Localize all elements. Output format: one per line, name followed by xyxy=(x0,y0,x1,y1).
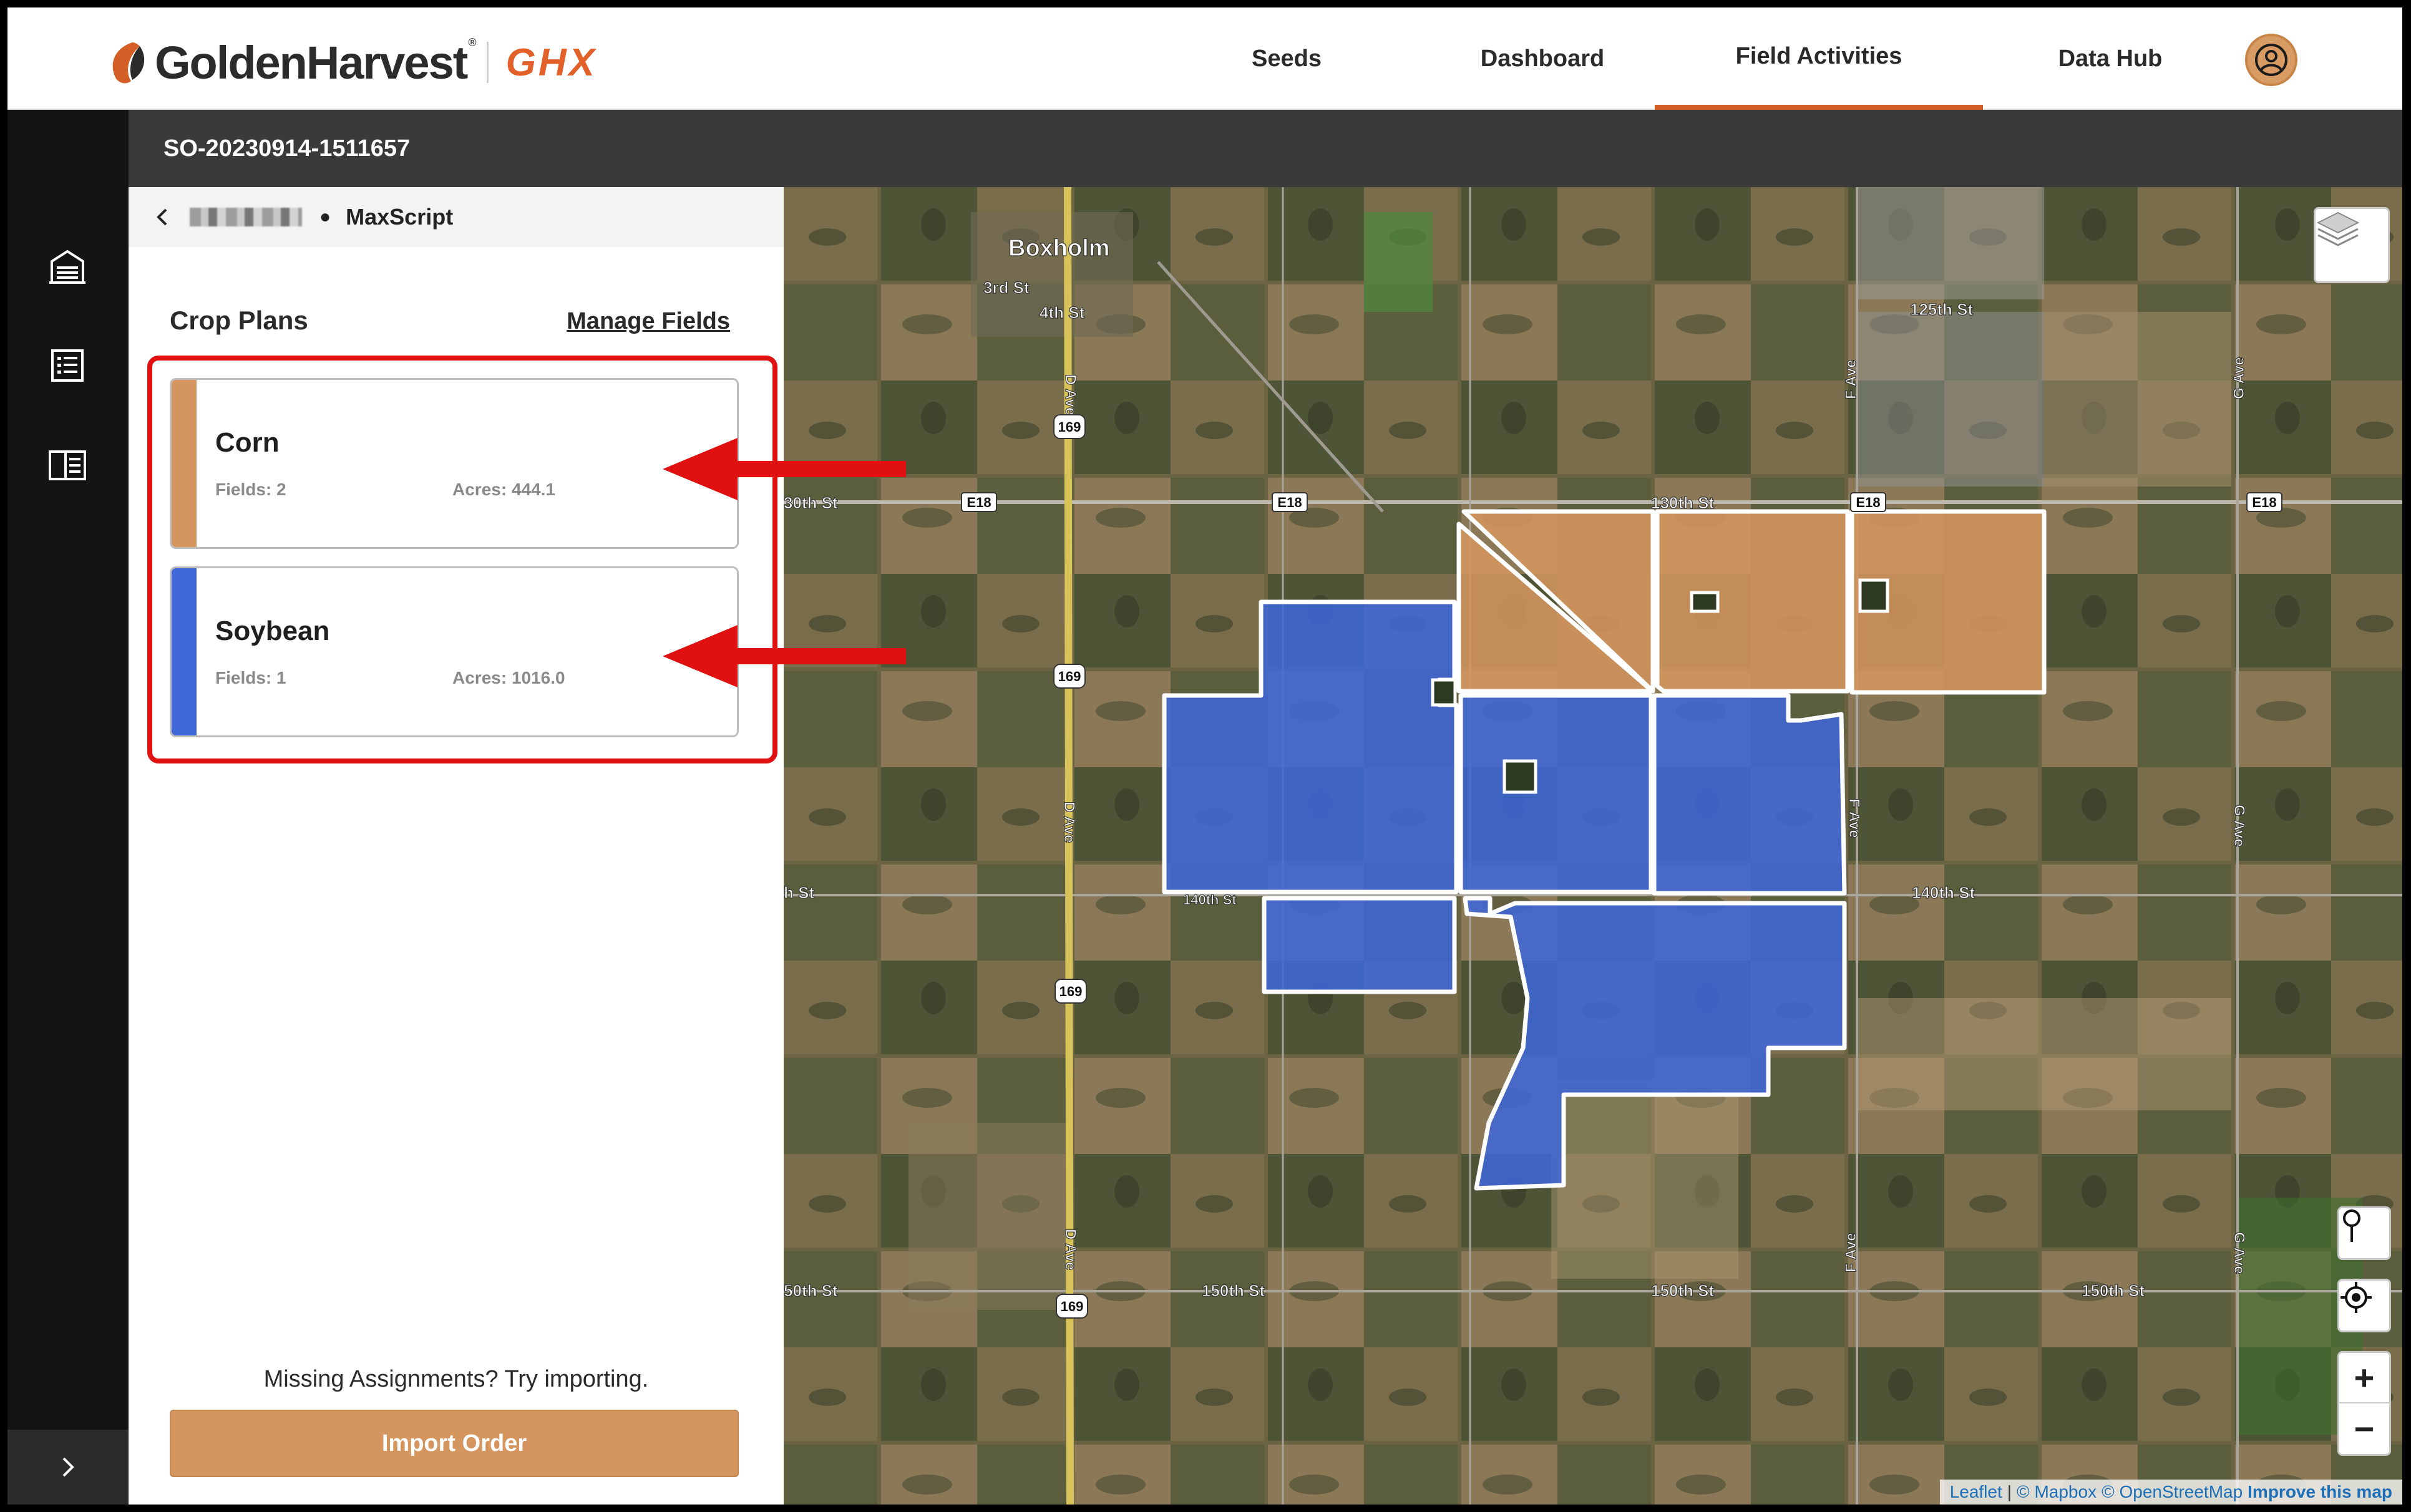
svg-text:169: 169 xyxy=(1059,984,1083,999)
map-label-150th-st-c: 150th St xyxy=(2082,1281,2145,1300)
crop-fields-count: Fields: 2 xyxy=(215,480,286,499)
brand-logo[interactable]: GoldenHarvest ® GHX xyxy=(107,36,598,89)
map-label-125th-st: 125th St xyxy=(1910,300,1973,319)
field-map[interactable]: Boxholm 3rd St 4th St 125th St 130th St … xyxy=(784,187,2402,1505)
logo-divider xyxy=(486,42,489,83)
order-bar: SO-20230914-1511657 xyxy=(129,110,2402,187)
map-label-140th-st-left: h St xyxy=(784,883,814,902)
county-e18-shield-2: E18 xyxy=(1272,492,1308,512)
openstreetmap-link[interactable]: © OpenStreetMap xyxy=(2102,1482,2243,1502)
map-label-g-ave-1: G Ave xyxy=(2231,357,2248,399)
annotation-arrow-soybean xyxy=(663,625,906,687)
nav-data-hub[interactable]: Data Hub xyxy=(2023,7,2198,110)
svg-text:E18: E18 xyxy=(1277,495,1302,510)
farm-building-icon[interactable] xyxy=(45,243,90,288)
missing-assignments-hint: Missing Assignments? Try importing. xyxy=(263,1366,649,1392)
crop-plan-card-soybean[interactable]: Soybean Fields: 1 Acres: 1016.0 xyxy=(170,566,739,737)
crop-color-strip xyxy=(172,568,197,735)
crop-acres: Acres: 444.1 xyxy=(452,480,556,499)
crop-plans-panel: ● MaxScript Crop Plans Manage Fields Cor… xyxy=(129,187,784,1505)
county-e18-shield-4: E18 xyxy=(2246,492,2282,512)
county-e18-shield-3: E18 xyxy=(1850,492,1886,512)
breadcrumb: ● MaxScript xyxy=(129,187,784,247)
crop-plans-title: Crop Plans xyxy=(170,306,308,335)
golden-harvest-leaf-icon xyxy=(112,42,145,84)
nav-dashboard[interactable]: Dashboard xyxy=(1455,7,1630,110)
pin-icon xyxy=(2343,1209,2360,1242)
map-attribution: Leaflet | © Mapbox © OpenStreetMap Impro… xyxy=(1939,1480,2402,1505)
svg-text:169: 169 xyxy=(1058,669,1081,684)
crop-acres: Acres: 1016.0 xyxy=(452,668,565,687)
import-order-button[interactable]: Import Order xyxy=(170,1410,739,1477)
list-icon[interactable] xyxy=(45,343,90,388)
map-locate-button[interactable] xyxy=(2337,1279,2391,1332)
nav-field-activities[interactable]: Field Activities xyxy=(1655,7,1983,110)
app-window: GoldenHarvest ® GHX Seeds Dashboard Field… xyxy=(7,7,2402,1505)
hwy-169-shield-3: 169 xyxy=(1055,979,1087,1004)
map-layers-button[interactable] xyxy=(2314,207,2390,283)
hwy-169-shield-2: 169 xyxy=(1053,664,1086,689)
user-avatar[interactable] xyxy=(2245,34,2297,86)
svg-text:E18: E18 xyxy=(967,495,991,510)
map-label-140th-st: 140th St xyxy=(1912,883,1975,902)
mapbox-link[interactable]: © Mapbox xyxy=(2017,1482,2097,1502)
map-label-f-ave-2: F Ave xyxy=(1846,798,1863,838)
breadcrumb-separator: ● xyxy=(319,206,331,227)
zoom-out-button[interactable]: − xyxy=(2339,1403,2389,1454)
svg-text:E18: E18 xyxy=(1856,495,1880,510)
map-label-150th-st-a: 150th St xyxy=(1202,1281,1265,1300)
breadcrumb-current: MaxScript xyxy=(346,204,454,230)
map-label-3rd-st: 3rd St xyxy=(983,278,1030,297)
hwy-169-shield-1: 169 xyxy=(1053,414,1086,439)
svg-text:E18: E18 xyxy=(2252,495,2276,510)
manage-fields-link[interactable]: Manage Fields xyxy=(567,308,730,335)
svg-text:169: 169 xyxy=(1058,419,1081,435)
annotation-arrow-corn xyxy=(663,438,906,500)
crop-plan-card-corn[interactable]: Corn Fields: 2 Acres: 444.1 xyxy=(170,378,739,549)
locate-icon xyxy=(2340,1282,2372,1313)
map-label-d-ave-1: D Ave xyxy=(1062,374,1079,415)
user-icon xyxy=(2255,44,2287,76)
attribution-separator: | xyxy=(2007,1482,2012,1501)
map-pin-button[interactable] xyxy=(2337,1206,2391,1260)
leaflet-link[interactable]: Leaflet xyxy=(1950,1482,2002,1502)
crop-color-strip xyxy=(172,380,197,547)
redacted-grower-name[interactable] xyxy=(190,208,302,226)
expand-rail-button[interactable] xyxy=(7,1430,129,1505)
satellite-map-canvas[interactable]: Boxholm 3rd St 4th St 125th St 130th St … xyxy=(784,187,2402,1505)
layers-icon xyxy=(2316,211,2360,246)
top-header: GoldenHarvest ® GHX Seeds Dashboard Field… xyxy=(7,7,2402,110)
county-e18-shield-1: E18 xyxy=(961,492,997,512)
map-label-150th-st-left: 50th St xyxy=(784,1281,838,1300)
map-zoom-control: + − xyxy=(2337,1351,2391,1456)
improve-map-link[interactable]: Improve this map xyxy=(2248,1482,2392,1502)
order-id: SO-20230914-1511657 xyxy=(163,135,411,162)
svg-text:169: 169 xyxy=(1061,1299,1084,1314)
map-label-g-ave-3: G Ave xyxy=(2231,1232,2248,1274)
chevron-right-icon xyxy=(62,1457,74,1477)
map-label-140th-st-mid: 140th St xyxy=(1183,892,1237,908)
back-chevron-icon[interactable] xyxy=(153,206,171,228)
crop-name: Corn xyxy=(215,427,280,458)
hwy-169-shield-4: 169 xyxy=(1056,1294,1088,1319)
map-label-d-ave-3: D Ave xyxy=(1062,1229,1079,1270)
map-label-d-ave-2: D Ave xyxy=(1061,802,1078,843)
map-label-f-ave-1: F Ave xyxy=(1843,359,1859,399)
product-name: GHX xyxy=(505,41,598,84)
corn-field-polygons[interactable] xyxy=(1456,509,2047,695)
map-label-town: Boxholm xyxy=(1008,235,1110,261)
left-rail xyxy=(7,110,129,1505)
map-label-4th-st: 4th St xyxy=(1040,303,1085,322)
map-label-150th-st-b: 150th St xyxy=(1651,1281,1714,1300)
crop-name: Soybean xyxy=(215,616,330,646)
map-label-130th-st: 130th St xyxy=(1651,493,1714,512)
zoom-in-button[interactable]: + xyxy=(2339,1353,2389,1404)
crop-fields-count: Fields: 1 xyxy=(215,668,286,687)
map-label-g-ave-2: G Ave xyxy=(2231,805,2248,847)
nav-seeds[interactable]: Seeds xyxy=(1212,7,1361,110)
book-icon[interactable] xyxy=(45,443,90,488)
brand-name: GoldenHarvest ® xyxy=(155,36,477,89)
map-label-f-ave-3: F Ave xyxy=(1843,1233,1859,1272)
